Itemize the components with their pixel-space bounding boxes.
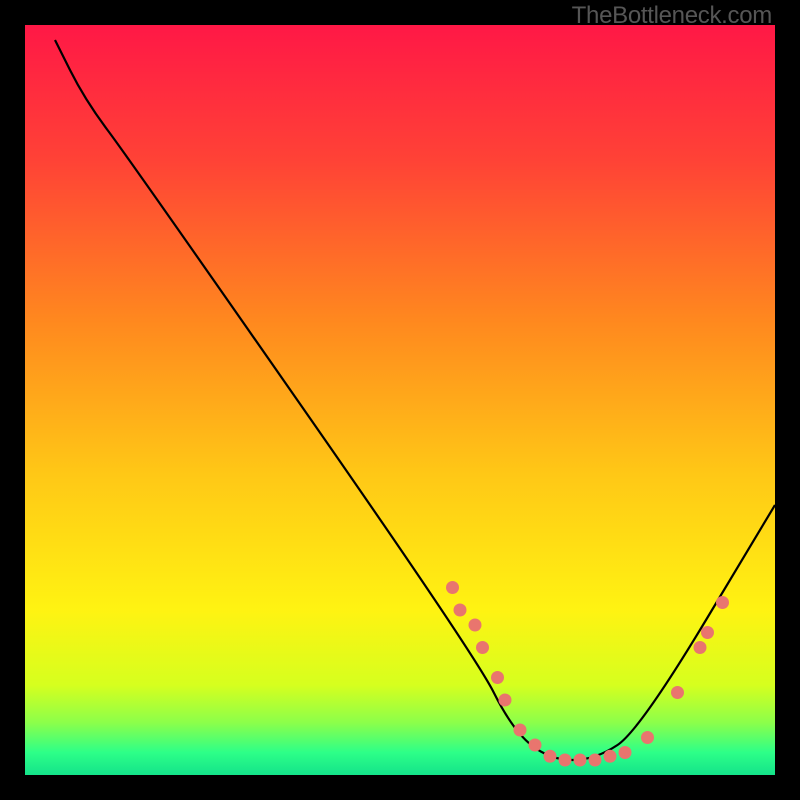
data-marker [559,754,572,767]
data-marker [671,686,684,699]
data-marker [544,750,557,763]
data-marker [446,581,459,594]
data-marker [694,641,707,654]
data-marker [454,604,467,617]
data-marker [589,754,602,767]
data-marker [491,671,504,684]
chart-background-gradient [25,25,775,775]
data-marker [469,619,482,632]
data-marker [604,750,617,763]
data-marker [476,641,489,654]
data-marker [701,626,714,639]
chart-svg [25,25,775,775]
data-marker [716,596,729,609]
data-marker [514,724,527,737]
chart-plot-area [25,25,775,775]
data-marker [529,739,542,752]
data-marker [574,754,587,767]
data-marker [619,746,632,759]
data-marker [641,731,654,744]
data-marker [499,694,512,707]
